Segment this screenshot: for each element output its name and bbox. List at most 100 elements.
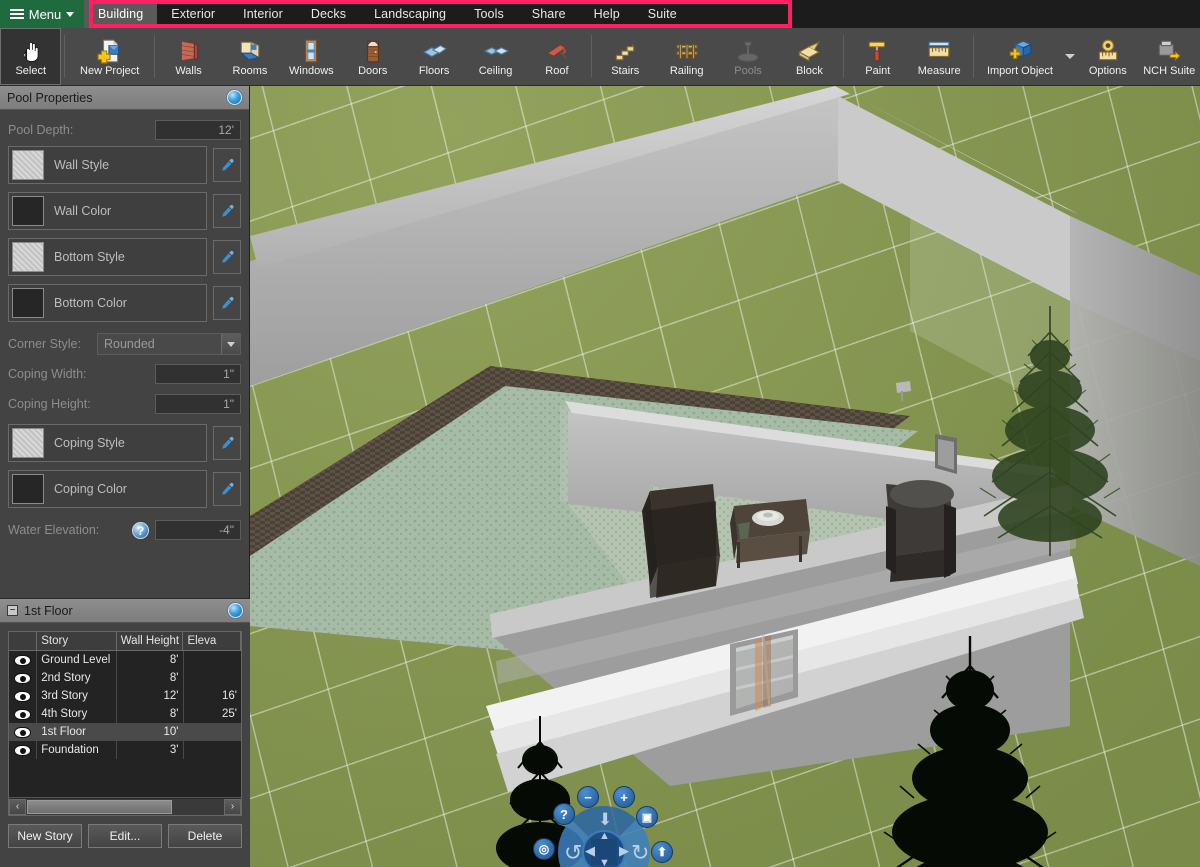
pool-depth-input[interactable]: 12' xyxy=(155,120,241,140)
pad-left-icon[interactable]: ◀ xyxy=(585,844,595,857)
toolbar-block[interactable]: Block xyxy=(779,28,840,85)
eye-icon[interactable] xyxy=(9,741,38,759)
water-elevation-input[interactable]: -4" xyxy=(155,520,241,540)
eye-icon[interactable] xyxy=(9,651,38,669)
edit--button[interactable]: Edit... xyxy=(88,824,162,848)
toolbar-doors[interactable]: Doors xyxy=(342,28,403,85)
eye-icon[interactable] xyxy=(9,687,38,705)
globe-icon[interactable] xyxy=(228,603,243,618)
eye-icon[interactable] xyxy=(9,705,38,723)
coping-height-input[interactable]: 1" xyxy=(155,394,241,414)
door-icon xyxy=(366,40,379,63)
ruler-icon xyxy=(926,36,952,64)
story-row[interactable]: 4th Story 8' 25' xyxy=(9,705,241,723)
bottom-style-eyedropper-button[interactable] xyxy=(213,240,241,274)
toolbar-measure[interactable]: Measure xyxy=(908,28,969,85)
pad-right-icon[interactable]: ▶ xyxy=(619,844,629,857)
toolbar-options[interactable]: Options xyxy=(1077,28,1138,85)
delete-button[interactable]: Delete xyxy=(168,824,242,848)
toolbar-new-project[interactable]: New Project xyxy=(68,28,151,85)
wall-style-button[interactable]: Wall Style xyxy=(8,146,207,184)
toolbar-windows[interactable]: Windows xyxy=(281,28,342,85)
coping-color-button[interactable]: Coping Color xyxy=(8,470,207,508)
import-object-dropdown-icon[interactable] xyxy=(1065,54,1076,59)
minus-box-icon[interactable]: − xyxy=(7,605,18,616)
toolbar-separator xyxy=(153,35,155,78)
move-up-button[interactable]: ⬆ xyxy=(651,841,673,863)
coping-style-button[interactable]: Coping Style xyxy=(8,424,207,462)
tab-building[interactable]: Building xyxy=(84,0,158,28)
toolbar-ceiling[interactable]: Ceiling xyxy=(465,28,526,85)
eye-icon[interactable] xyxy=(9,723,38,741)
chevron-down-icon[interactable] xyxy=(221,334,240,354)
story-row[interactable]: Foundation 3' xyxy=(9,741,241,759)
toolbar-stairs[interactable]: Stairs xyxy=(595,28,656,85)
coping-color-row: Coping Color xyxy=(8,470,241,508)
coping-color-eyedropper-button[interactable] xyxy=(213,472,241,506)
question-mark-icon[interactable]: ? xyxy=(132,521,149,539)
camera-button[interactable]: ▣ xyxy=(636,806,658,828)
story-row[interactable]: Ground Level 8' xyxy=(9,651,241,669)
orbit-button[interactable]: ◎ xyxy=(533,838,555,860)
coping-style-eyedropper-button[interactable] xyxy=(213,426,241,460)
wall-color-button[interactable]: Wall Color xyxy=(8,192,207,230)
help-button[interactable]: ? xyxy=(553,803,575,825)
bottom-style-swatch xyxy=(12,242,44,272)
corner-style-select[interactable]: Rounded xyxy=(97,333,241,355)
toolbar-railing[interactable]: Railing xyxy=(656,28,717,85)
tab-help[interactable]: Help xyxy=(580,0,634,28)
navigation-widget[interactable]: ⬇ ⬆ ↺ ↻ ◀ ▶ ▲ ▼ − + ? ▣ ◎ ⇄ ⨁ ⬆ ⬇ 2D xyxy=(533,786,678,867)
toolbar-item-label: Stairs xyxy=(611,65,640,77)
story-col-header[interactable]: Eleva xyxy=(183,632,241,650)
toolbar-nch-suite[interactable]: NCH Suite xyxy=(1139,28,1200,85)
tab-interior[interactable]: Interior xyxy=(229,0,297,28)
wall-style-label: Wall Style xyxy=(54,158,110,172)
pad-down-icon[interactable]: ▼ xyxy=(599,858,610,867)
3d-viewport[interactable]: ⬇ ⬆ ↺ ↻ ◀ ▶ ▲ ▼ − + ? ▣ ◎ ⇄ ⨁ ⬆ ⬇ 2D xyxy=(250,86,1200,867)
tab-exterior[interactable]: Exterior xyxy=(157,0,229,28)
toolbar-walls[interactable]: Walls xyxy=(158,28,219,85)
wall-height-cell: 8' xyxy=(117,669,184,687)
tab-share[interactable]: Share xyxy=(518,0,580,28)
chevron-right-icon[interactable]: › xyxy=(224,798,241,815)
toolbar-roof[interactable]: Roof xyxy=(526,28,587,85)
story-row[interactable]: 2nd Story 8' xyxy=(9,669,241,687)
block-icon xyxy=(798,41,821,62)
horizontal-scrollbar[interactable]: ‹ › xyxy=(9,797,241,815)
wall-color-swatch xyxy=(12,196,44,226)
rotate-right-icon[interactable]: ↻ xyxy=(631,842,649,864)
story-col-header[interactable]: Wall Height xyxy=(117,632,184,650)
wall-color-eyedropper-button[interactable] xyxy=(213,194,241,228)
toolbar-import-object[interactable]: Import Object xyxy=(977,28,1063,85)
chevron-left-icon[interactable]: ‹ xyxy=(9,798,26,815)
main-menu-button[interactable]: Menu xyxy=(0,0,84,28)
bottom-color-button[interactable]: Bottom Color xyxy=(8,284,207,322)
toolbar-paint[interactable]: Paint xyxy=(847,28,908,85)
scrollbar-track[interactable] xyxy=(26,798,224,815)
bottom-color-eyedropper-button[interactable] xyxy=(213,286,241,320)
tab-decks[interactable]: Decks xyxy=(297,0,360,28)
new-story-button[interactable]: New Story xyxy=(8,824,82,848)
tab-tools[interactable]: Tools xyxy=(460,0,518,28)
story-col-header[interactable] xyxy=(9,632,38,650)
tab-landscaping[interactable]: Landscaping xyxy=(360,0,460,28)
rotate-left-icon[interactable]: ↺ xyxy=(564,842,582,864)
tab-suite[interactable]: Suite xyxy=(634,0,691,28)
zoom-out-button[interactable]: − xyxy=(577,786,599,808)
toolbar-select[interactable]: Select xyxy=(0,28,62,85)
eye-icon[interactable] xyxy=(9,669,38,687)
zoom-in-button[interactable]: + xyxy=(613,786,635,808)
pad-up-icon[interactable]: ▲ xyxy=(599,831,610,842)
toolbar-item-label: Roof xyxy=(545,65,569,77)
toolbar-rooms[interactable]: Rooms xyxy=(219,28,280,85)
story-col-header[interactable]: Story xyxy=(37,632,117,650)
toolbar-floors[interactable]: Floors xyxy=(403,28,464,85)
pan-up-icon[interactable]: ⬇ xyxy=(598,811,612,828)
scrollbar-thumb[interactable] xyxy=(27,799,173,814)
bottom-style-button[interactable]: Bottom Style xyxy=(8,238,207,276)
wall-style-eyedropper-button[interactable] xyxy=(213,148,241,182)
story-row[interactable]: 1st Floor 10' xyxy=(9,723,241,741)
globe-icon[interactable] xyxy=(227,90,242,105)
coping-width-input[interactable]: 1" xyxy=(155,364,241,384)
story-row[interactable]: 3rd Story 12' 16' xyxy=(9,687,241,705)
